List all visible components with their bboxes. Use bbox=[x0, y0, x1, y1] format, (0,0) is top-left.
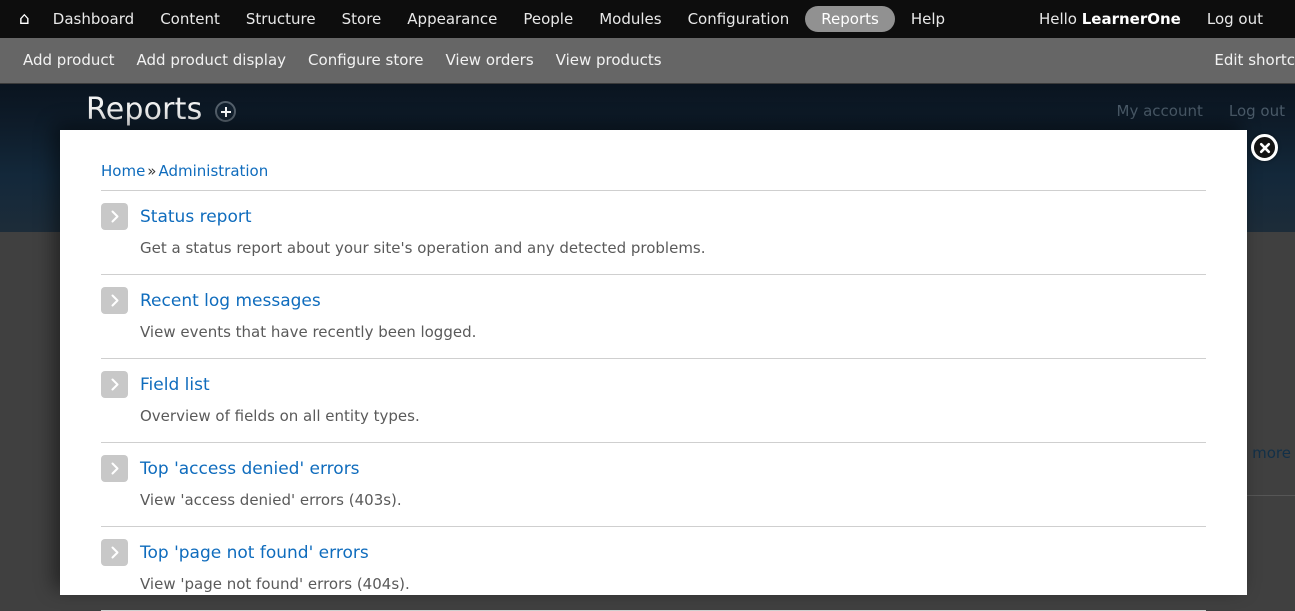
list-item-field-list: Field list Overview of fields on all ent… bbox=[101, 359, 1206, 443]
toolbar-item-people[interactable]: People bbox=[510, 0, 586, 38]
my-account-link[interactable]: My account bbox=[1117, 102, 1203, 120]
toolbar-item-configuration[interactable]: Configuration bbox=[675, 0, 803, 38]
circle-plus-icon[interactable] bbox=[215, 101, 237, 122]
list-item-header: Status report bbox=[101, 203, 1206, 230]
list-item-header: Top 'access denied' errors bbox=[101, 455, 1206, 482]
list-item-description: View events that have recently been logg… bbox=[140, 323, 477, 341]
toolbar-item-store[interactable]: Store bbox=[329, 0, 395, 38]
banner-logout-link[interactable]: Log out bbox=[1229, 102, 1285, 120]
admin-reports-modal: Home» Administration Status report Get a … bbox=[60, 130, 1247, 611]
list-item-description: View 'access denied' errors (403s). bbox=[140, 491, 402, 509]
list-item-title[interactable]: Recent log messages bbox=[140, 289, 321, 313]
list-item-header: Recent log messages bbox=[101, 287, 1206, 314]
admin-toolbar: ⌂ Dashboard Content Structure Store Appe… bbox=[0, 0, 1295, 38]
shortcut-configure-store[interactable]: Configure store bbox=[297, 38, 434, 83]
close-x-icon[interactable] bbox=[1251, 134, 1278, 161]
chevron-right-icon[interactable] bbox=[101, 539, 128, 566]
chevron-right-icon[interactable] bbox=[101, 455, 128, 482]
greeting-prefix: Hello bbox=[1038, 10, 1082, 28]
toolbar-item-appearance[interactable]: Appearance bbox=[394, 0, 510, 38]
shortcut-list: Add product Add product display Configur… bbox=[0, 38, 673, 83]
list-item-header: Field list bbox=[101, 371, 1206, 398]
shortcut-bar: Add product Add product display Configur… bbox=[0, 38, 1295, 84]
list-item-status-report: Status report Get a status report about … bbox=[101, 191, 1206, 275]
toolbar-item-dashboard[interactable]: Dashboard bbox=[40, 0, 147, 38]
toolbar-logout-link[interactable]: Log out bbox=[1194, 0, 1276, 38]
home-button[interactable]: ⌂ bbox=[0, 0, 40, 38]
list-item-title[interactable]: Status report bbox=[140, 205, 252, 229]
breadcrumb-separator: » bbox=[147, 162, 157, 180]
shortcut-edit-area: Edit shortc bbox=[1203, 38, 1295, 83]
shortcut-add-product-display[interactable]: Add product display bbox=[126, 38, 298, 83]
list-item-title[interactable]: Top 'access denied' errors bbox=[140, 457, 360, 481]
admin-task-list: Status report Get a status report about … bbox=[101, 190, 1206, 611]
admin-toolbar-user-area: Hello LearnerOne Log out bbox=[1026, 0, 1295, 38]
chevron-right-icon[interactable] bbox=[101, 287, 128, 314]
page-title-row: Reports bbox=[86, 92, 237, 127]
admin-toolbar-menu: ⌂ Dashboard Content Structure Store Appe… bbox=[0, 0, 958, 38]
shortcut-view-products[interactable]: View products bbox=[545, 38, 673, 83]
list-item-description: View 'page not found' errors (404s). bbox=[140, 575, 410, 593]
breadcrumb-administration-link[interactable]: Administration bbox=[158, 162, 268, 180]
username: LearnerOne bbox=[1081, 10, 1181, 28]
list-item-top-page-not-found-errors: Top 'page not found' errors View 'page n… bbox=[101, 527, 1206, 611]
chevron-right-icon[interactable] bbox=[101, 203, 128, 230]
shortcut-add-product[interactable]: Add product bbox=[12, 38, 126, 83]
list-item-header: Top 'page not found' errors bbox=[101, 539, 1206, 566]
list-item-top-access-denied-errors: Top 'access denied' errors View 'access … bbox=[101, 443, 1206, 527]
modal-content: Home» Administration Status report Get a … bbox=[60, 130, 1247, 611]
banner-user-links: My account Log out bbox=[1117, 102, 1286, 120]
breadcrumb-home-link[interactable]: Home bbox=[101, 162, 145, 180]
list-item-title[interactable]: Field list bbox=[140, 373, 210, 397]
list-item-description: Get a status report about your site's op… bbox=[140, 239, 706, 257]
toolbar-item-help[interactable]: Help bbox=[898, 0, 958, 38]
toolbar-item-structure[interactable]: Structure bbox=[233, 0, 329, 38]
greeting-text: Hello LearnerOne bbox=[1026, 10, 1194, 28]
list-item-recent-log-messages: Recent log messages View events that hav… bbox=[101, 275, 1206, 359]
page-title: Reports bbox=[86, 92, 203, 127]
chevron-right-icon[interactable] bbox=[101, 371, 128, 398]
breadcrumb: Home» Administration bbox=[101, 130, 1206, 190]
shortcut-view-orders[interactable]: View orders bbox=[434, 38, 544, 83]
list-item-title[interactable]: Top 'page not found' errors bbox=[140, 541, 369, 565]
home-icon: ⌂ bbox=[19, 8, 30, 29]
edit-shortcuts-link[interactable]: Edit shortc bbox=[1203, 38, 1295, 83]
list-item-description: Overview of fields on all entity types. bbox=[140, 407, 420, 425]
toolbar-item-modules[interactable]: Modules bbox=[586, 0, 674, 38]
toolbar-item-reports[interactable]: Reports bbox=[805, 6, 895, 32]
toolbar-item-content[interactable]: Content bbox=[147, 0, 233, 38]
